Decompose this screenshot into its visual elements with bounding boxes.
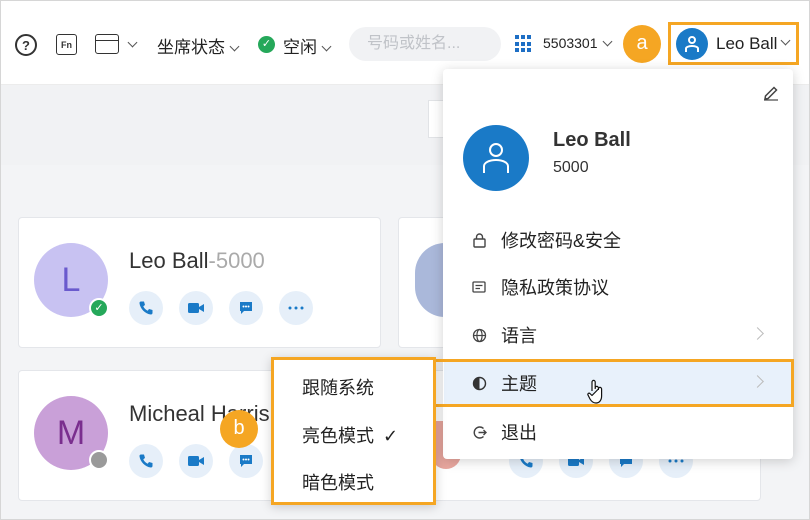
fn-key-icon[interactable]: Fn [56,34,77,55]
user-icon [483,143,509,173]
lock-icon [471,232,487,248]
app-window: L ✓ Leo Ball-5000 M Micheal Harris ? Fn … [0,0,810,520]
online-status-icon: ✓ [89,298,109,318]
chevron-down-icon [229,41,240,52]
highlight-box-theme [433,359,794,407]
check-icon: ✓ [383,426,399,446]
phone-icon [139,301,153,315]
chevron-down-icon [602,36,612,47]
call-button[interactable] [129,291,163,325]
chevron-right-icon [751,327,764,340]
theme-option-dark[interactable]: 暗色模式 [302,469,374,495]
hand-cursor-icon [587,379,603,404]
user-avatar [676,27,708,60]
check-circle-icon: ✓ [258,36,275,53]
more-button[interactable] [279,291,313,325]
more-icon [668,459,684,463]
more-icon [288,306,304,310]
presence-dropdown[interactable]: 空闲 [283,33,332,58]
user-name: Leo Ball [716,33,778,53]
offline-status-icon [89,450,109,470]
user-icon [685,35,699,52]
profile-name: Leo Ball [553,129,631,151]
id-card-icon [471,279,487,295]
call-button[interactable] [129,444,163,478]
logout-icon [471,424,487,440]
theme-option-light[interactable]: 亮色模式 ✓ [302,422,398,448]
menu-item-password-security[interactable]: 修改密码&安全 [444,217,792,263]
video-icon [188,456,204,466]
search-input[interactable]: 号码或姓名... [349,27,501,61]
contact-name: Leo Ball-5000 [129,248,265,273]
menu-item-language[interactable]: 语言 [444,312,792,358]
annotation-badge-b: b [220,410,258,448]
video-call-button[interactable] [179,291,213,325]
dialpad-icon[interactable] [515,35,533,53]
annotation-badge-a: a [623,25,661,63]
edit-icon[interactable] [763,85,779,101]
help-circle-icon[interactable]: ? [15,34,37,56]
extension-selector[interactable]: 5503301 [543,35,612,51]
chat-icon [240,455,252,467]
video-call-button[interactable] [179,444,213,478]
menu-item-logout[interactable]: 退出 [444,409,792,455]
theme-submenu: 跟随系统 亮色模式 ✓ 暗色模式 [271,357,436,505]
theme-option-follow-system[interactable]: 跟随系统 [302,374,374,400]
profile-extension: 5000 [553,159,589,176]
chat-icon [240,302,252,314]
chevron-down-icon [321,41,332,52]
chat-button[interactable] [229,291,263,325]
agent-status-dropdown[interactable]: 坐席状态 [157,33,240,58]
video-icon [188,303,204,313]
profile-avatar [463,125,529,191]
menu-item-privacy-policy[interactable]: 隐私政策协议 [444,264,792,310]
chevron-down-icon [780,35,791,46]
phone-icon [139,454,153,468]
window-icon[interactable] [95,34,119,54]
chat-button[interactable] [229,444,263,478]
user-menu-button[interactable]: Leo Ball [668,22,799,65]
globe-icon [471,327,487,343]
